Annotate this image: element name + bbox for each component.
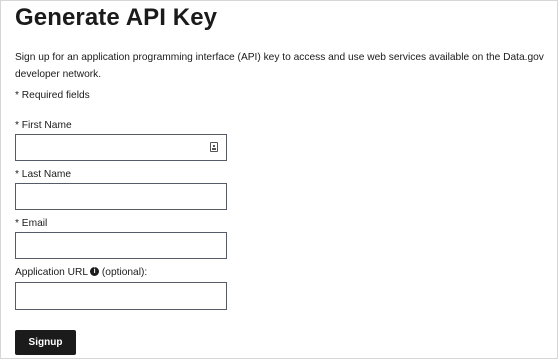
- last-name-label: * Last Name: [15, 169, 72, 180]
- info-icon[interactable]: i: [90, 267, 100, 276]
- email-label: * Email: [15, 218, 48, 229]
- last-name-input[interactable]: [15, 183, 227, 210]
- optional-suffix: (optional):: [101, 267, 148, 278]
- signup-button[interactable]: Signup: [15, 330, 76, 355]
- first-name-input[interactable]: [15, 134, 227, 161]
- page-title: Generate API Key: [15, 4, 218, 31]
- application-url-input[interactable]: [15, 282, 227, 310]
- application-url-label-text: Application URL: [15, 267, 89, 278]
- email-input[interactable]: [15, 232, 227, 259]
- contact-card-icon[interactable]: [210, 142, 218, 152]
- first-name-label: * First Name: [15, 120, 72, 131]
- required-fields-note: * Required fields: [15, 90, 90, 101]
- page-description: Sign up for an application programming i…: [15, 52, 544, 80]
- application-url-label: Application URL i (optional):: [15, 267, 147, 278]
